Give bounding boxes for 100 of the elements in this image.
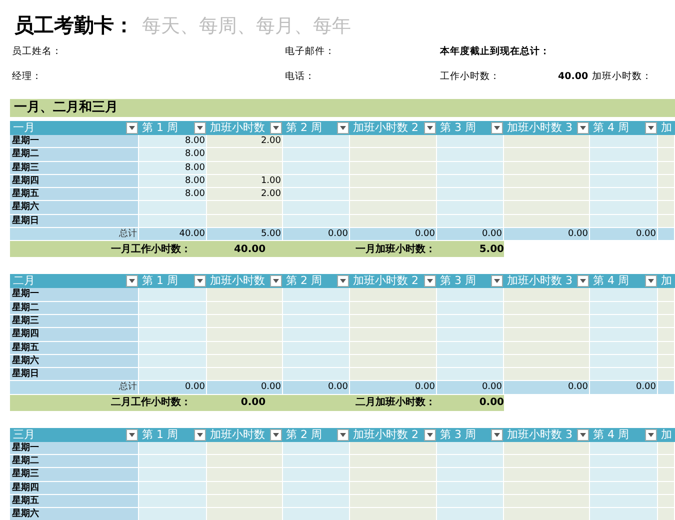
filter-button[interactable] — [424, 428, 436, 441]
caret-icon — [648, 432, 654, 437]
table-cell — [283, 201, 350, 215]
table-cell — [437, 328, 504, 342]
summary-value: 5.00 — [478, 242, 504, 257]
column-title: 加班小时数 2 — [353, 121, 418, 135]
table-cell — [283, 494, 350, 508]
table-cell — [590, 328, 658, 342]
total-cell: 0.00 — [590, 381, 658, 395]
filter-button[interactable] — [194, 122, 206, 134]
column-title: 加班小时数 2 — [353, 274, 418, 288]
filter-button[interactable] — [126, 428, 138, 441]
info-label: 40.00 — [558, 70, 588, 84]
table-cell: 2.00 — [207, 135, 283, 148]
filter-button[interactable] — [645, 428, 657, 441]
table-cell — [437, 188, 504, 202]
filter-button[interactable] — [126, 275, 138, 288]
filter-button[interactable] — [270, 428, 282, 441]
table-cell — [283, 508, 350, 520]
caret-icon — [129, 279, 135, 284]
column-title: 加 — [661, 274, 672, 288]
table-cell — [437, 162, 504, 175]
column-title: 加班小时数 — [210, 121, 265, 135]
filter-button[interactable] — [491, 122, 503, 134]
table-cell — [437, 354, 504, 368]
total-cell — [658, 228, 675, 242]
table-cell: 8.00 — [139, 135, 207, 148]
table-cell — [590, 482, 658, 495]
table-cell — [283, 148, 350, 162]
caret-icon — [197, 432, 203, 437]
info-label: 员工姓名： — [12, 44, 63, 58]
table-cell — [658, 468, 675, 482]
column-title: 加 — [661, 121, 672, 135]
filter-button[interactable] — [645, 275, 657, 288]
table-cell — [658, 328, 675, 342]
caret-icon — [197, 279, 203, 284]
row-label: 星期二 — [10, 148, 139, 162]
table-cell — [139, 302, 207, 315]
table-cell — [437, 201, 504, 215]
table-cell — [139, 328, 207, 342]
caret-icon — [648, 279, 654, 284]
filter-button[interactable] — [577, 122, 589, 134]
row-label: 星期四 — [10, 482, 139, 495]
table-cell — [283, 442, 350, 456]
filter-button[interactable] — [270, 275, 282, 288]
table-cell — [658, 508, 675, 520]
total-cell: 0.00 — [350, 381, 437, 395]
row-label: 星期一 — [10, 135, 139, 148]
table-cell — [437, 148, 504, 162]
filter-button[interactable] — [424, 275, 436, 288]
caret-icon — [427, 126, 433, 130]
row-label: 星期二 — [10, 302, 139, 315]
table-cell — [139, 368, 207, 382]
caret-icon — [197, 126, 203, 130]
table-cell — [437, 368, 504, 382]
column-title: 加班小时数 — [210, 428, 265, 442]
row-label: 星期一 — [10, 442, 139, 456]
filter-button[interactable] — [577, 428, 589, 441]
table-cell: 8.00 — [139, 188, 207, 202]
info-label: 本年度截止到现在总计： — [440, 44, 551, 58]
filter-button[interactable] — [491, 428, 503, 441]
page-title: 员工考勤卡： — [14, 12, 134, 39]
table-cell — [283, 368, 350, 382]
caret-icon — [427, 279, 433, 284]
row-label: 星期六 — [10, 354, 139, 368]
table-cell — [139, 482, 207, 495]
table-cell — [590, 214, 658, 228]
column-title: 加 — [661, 428, 672, 442]
filter-button[interactable] — [424, 122, 436, 134]
filter-button[interactable] — [491, 275, 503, 288]
table-cell — [437, 314, 504, 328]
caret-icon — [273, 126, 279, 130]
filter-button[interactable] — [337, 122, 349, 134]
caret-icon — [129, 126, 135, 130]
table-cell — [590, 201, 658, 215]
table-cell — [283, 188, 350, 202]
table-cell: 8.00 — [139, 174, 207, 188]
filter-button[interactable] — [270, 122, 282, 134]
table-cell — [139, 354, 207, 368]
table-cell — [658, 455, 675, 468]
column-title: 第 3 周 — [440, 274, 476, 288]
filter-button[interactable] — [577, 275, 589, 288]
total-cell: 0.00 — [139, 381, 207, 395]
filter-button[interactable] — [337, 428, 349, 441]
column-title: 第 1 周 — [142, 274, 178, 288]
row-label: 星期四 — [10, 174, 139, 188]
caret-icon — [648, 126, 654, 130]
filter-button[interactable] — [645, 122, 657, 134]
filter-button[interactable] — [194, 428, 206, 441]
caret-icon — [494, 279, 500, 284]
table-cell — [437, 442, 504, 456]
filter-button[interactable] — [194, 275, 206, 288]
table-cell — [437, 455, 504, 468]
caret-icon — [494, 126, 500, 130]
column-title: 三月 — [13, 428, 35, 442]
total-cell: 0.00 — [504, 228, 590, 242]
filter-button[interactable] — [126, 122, 138, 134]
filter-button[interactable] — [337, 275, 349, 288]
table-cell — [658, 354, 675, 368]
table-cell — [283, 214, 350, 228]
